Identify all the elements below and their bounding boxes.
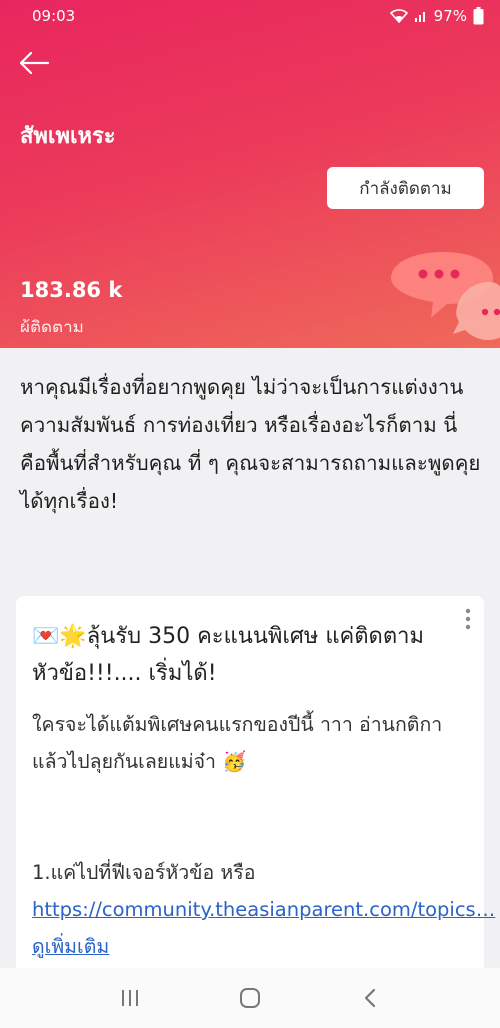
signal-icon bbox=[414, 12, 425, 22]
page-title: สัพเพเหระ bbox=[20, 124, 116, 149]
system-nav-bar bbox=[0, 968, 500, 1028]
recents-icon bbox=[122, 990, 138, 1006]
post-step: 1.แค่ไปที่ฟีเจอร์หัวข้อ หรือ https://com… bbox=[32, 854, 495, 965]
battery-icon bbox=[473, 7, 484, 25]
home-button[interactable] bbox=[230, 978, 270, 1018]
party-emoji: 🥳 bbox=[222, 750, 247, 773]
recents-button[interactable] bbox=[110, 978, 150, 1018]
post-step-text: 1.แค่ไปที่ฟีเจอร์หัวข้อ หรือ bbox=[32, 861, 256, 884]
post-body: ใครจะได้แต้มพิเศษคนแรกของปีนี้ าาา อ่านก… bbox=[32, 706, 462, 780]
followers-label: ผู้ติดตาม bbox=[20, 318, 84, 332]
home-icon bbox=[240, 988, 260, 1008]
more-vertical-icon[interactable] bbox=[464, 608, 472, 630]
following-button[interactable]: กำลังติดตาม bbox=[327, 167, 484, 209]
followers-count: 183.86 k bbox=[20, 278, 123, 302]
back-button[interactable] bbox=[350, 978, 390, 1018]
topic-description: หาคุณมีเรื่องที่อยากพูดคุย ไม่ว่าจะเป็นก… bbox=[20, 375, 481, 513]
letter-star-emoji: 💌🌟 bbox=[32, 624, 87, 649]
post-title[interactable]: 💌🌟ลุ้นรับ 350 คะแนนพิเศษ แค่ติดตามหัวข้อ… bbox=[32, 618, 462, 692]
post-title-text: ลุ้นรับ 350 คะแนนพิเศษ แค่ติดตามหัวข้อ!!… bbox=[32, 624, 424, 686]
status-bar: 09:03 97% bbox=[0, 0, 500, 32]
back-icon bbox=[364, 988, 376, 1008]
wifi-icon bbox=[389, 9, 408, 23]
back-arrow-icon[interactable] bbox=[18, 48, 52, 78]
see-more-link[interactable]: ดูเพิ่มเติม bbox=[32, 935, 109, 958]
post-link[interactable]: https://community.theasianparent.com/top… bbox=[32, 898, 495, 921]
chat-bubble-icon bbox=[391, 252, 500, 340]
status-time: 09:03 bbox=[32, 7, 76, 25]
post-card[interactable]: 💌🌟ลุ้นรับ 350 คะแนนพิเศษ แค่ติดตามหัวข้อ… bbox=[16, 596, 495, 976]
topic-header: 09:03 97% สัพเพเหระ กำลังติดตาม 183.86 k… bbox=[0, 0, 500, 348]
battery-percent: 97% bbox=[433, 7, 467, 25]
